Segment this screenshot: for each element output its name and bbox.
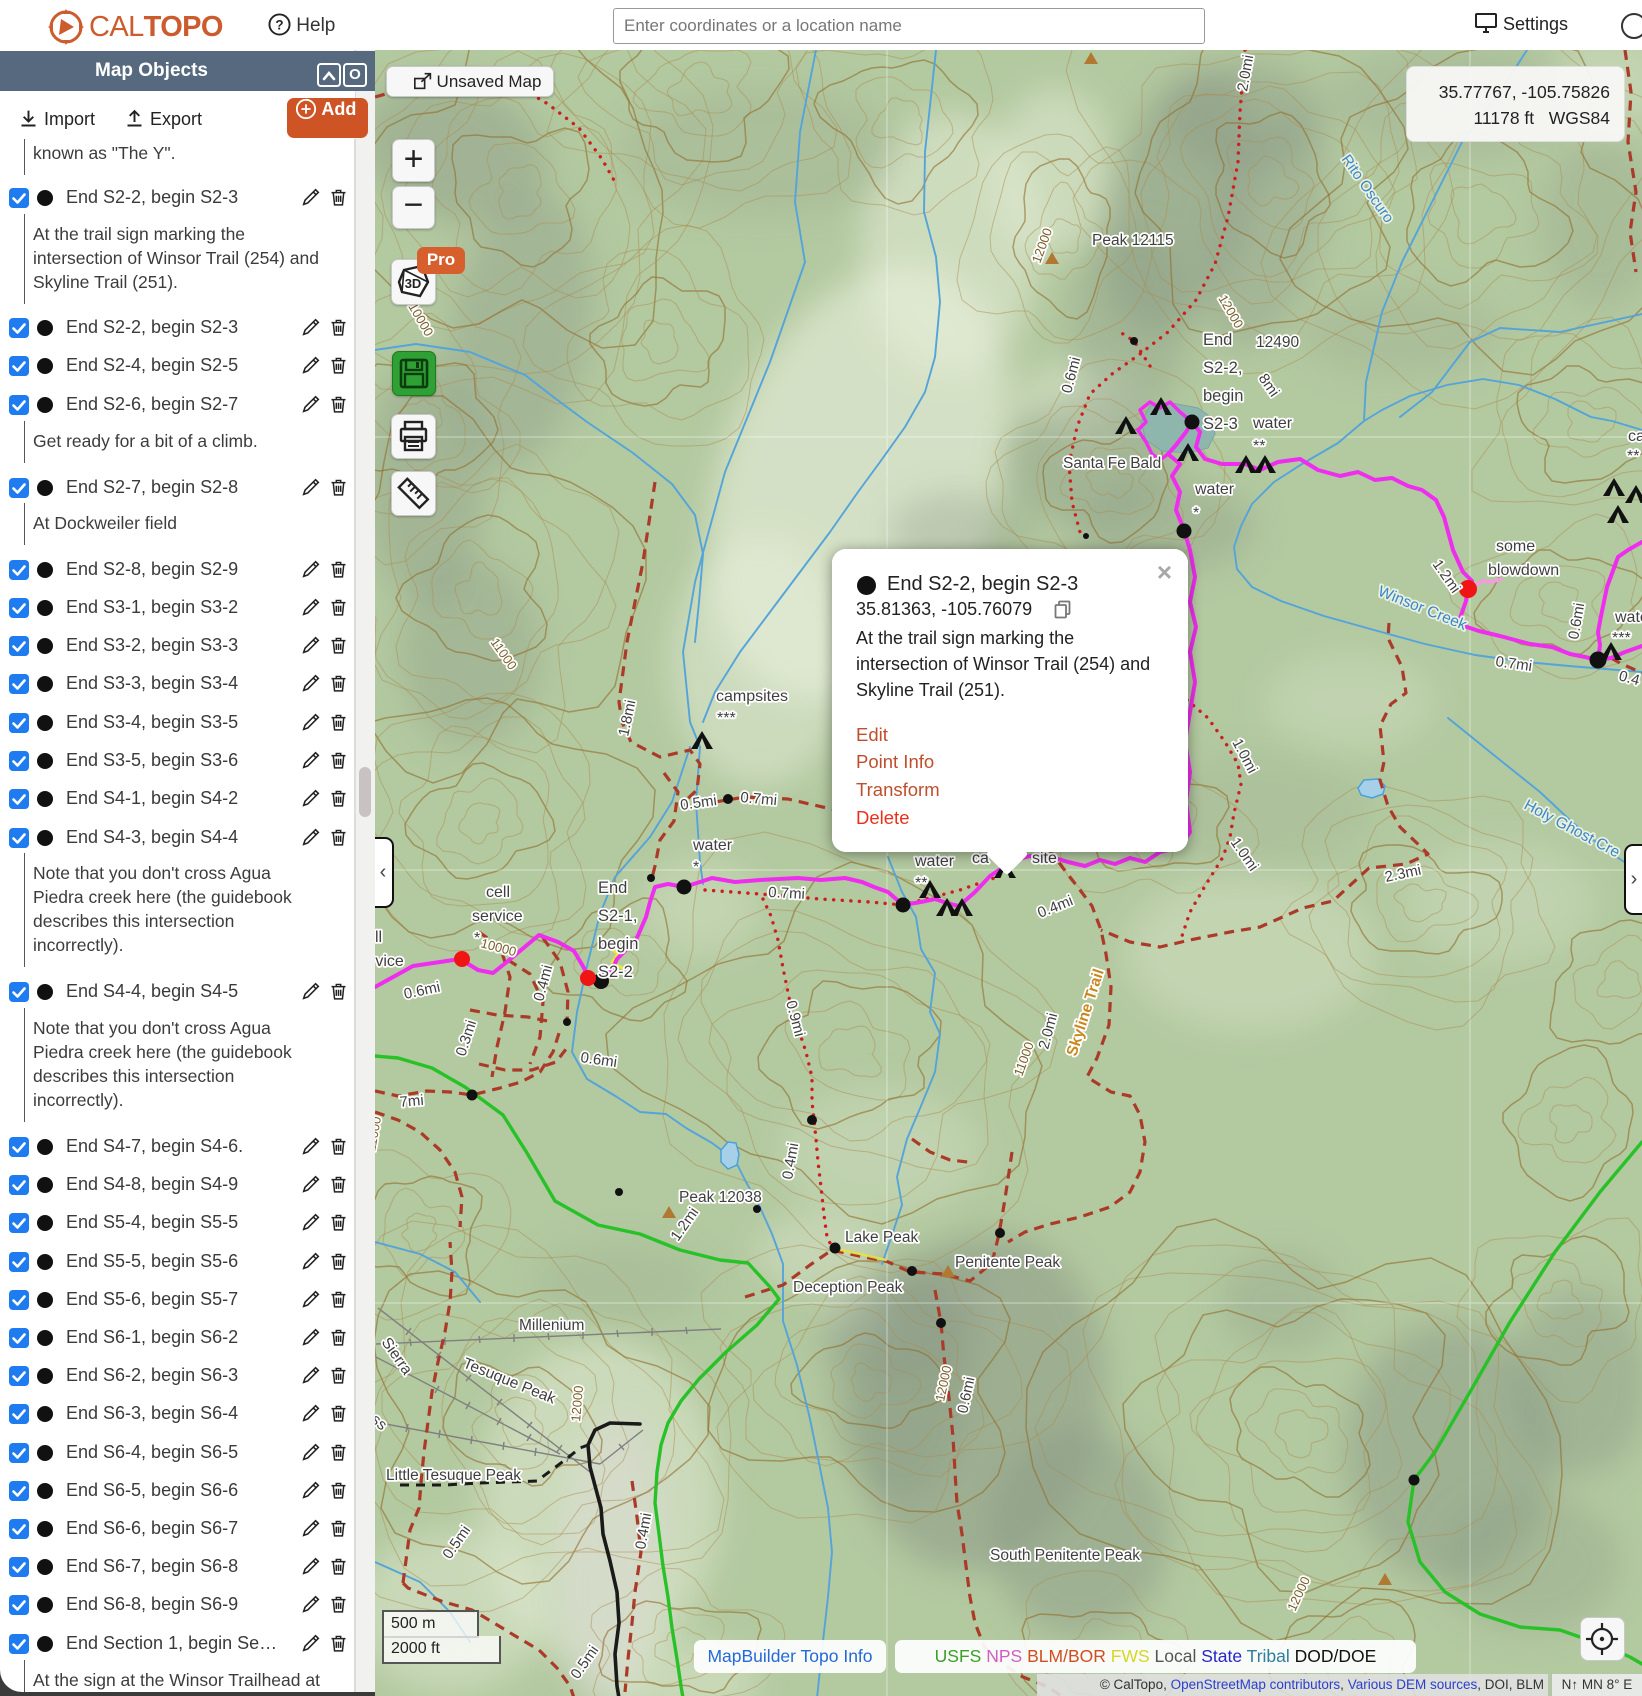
svg-text:Deception Peak: Deception Peak [793, 1279, 903, 1296]
svg-text:***: *** [1612, 630, 1631, 647]
svg-text:begin: begin [1203, 387, 1243, 405]
svg-text:12490: 12490 [1256, 334, 1299, 351]
svg-text:Penitente Peak: Penitente Peak [955, 1254, 1060, 1271]
svg-text:S2-2: S2-2 [598, 963, 633, 981]
svg-text:water: water [1194, 481, 1235, 498]
svg-text:**: ** [1253, 438, 1265, 455]
svg-text:***: *** [717, 710, 736, 727]
svg-text:wate: wate [1614, 609, 1642, 626]
svg-text:*: * [474, 930, 480, 947]
svg-text:Santa Fe Bald: Santa Fe Bald [1063, 455, 1161, 472]
svg-text:water: water [914, 853, 955, 870]
svg-text:cell: cell [486, 884, 510, 901]
svg-text:Peak 12038: Peak 12038 [679, 1189, 762, 1206]
svg-text:S2-3: S2-3 [1203, 415, 1238, 433]
svg-text:ll: ll [375, 929, 382, 946]
svg-text:South Penitente Peak: South Penitente Peak [990, 1547, 1140, 1564]
svg-text:ca: ca [1628, 428, 1642, 445]
svg-text:S2-1,: S2-1, [598, 907, 637, 925]
svg-text:?: ? [275, 17, 283, 32]
svg-text:0.7mi: 0.7mi [768, 884, 806, 903]
svg-text:0.7mi: 0.7mi [740, 789, 778, 809]
svg-text:some: some [1496, 538, 1535, 555]
svg-text:12000: 12000 [568, 1385, 586, 1422]
svg-text:site: site [1032, 850, 1057, 867]
svg-text:Millenium: Millenium [519, 1317, 584, 1334]
svg-text:Lake Peak: Lake Peak [845, 1229, 918, 1246]
svg-text:7mi: 7mi [399, 1092, 425, 1111]
svg-text:blowdown: blowdown [1488, 562, 1559, 579]
svg-text:water: water [692, 837, 733, 854]
svg-text:Little Tesuque Peak: Little Tesuque Peak [386, 1467, 521, 1484]
svg-text:End: End [598, 879, 627, 897]
svg-text:*: * [1193, 505, 1199, 522]
svg-text:campsites: campsites [716, 688, 788, 705]
svg-text:3D: 3D [405, 276, 422, 291]
svg-text:**: ** [915, 875, 927, 892]
svg-text:**: ** [1627, 448, 1639, 465]
svg-text:begin: begin [598, 935, 638, 953]
svg-text:S2-2,: S2-2, [1203, 359, 1242, 377]
svg-text:*: * [693, 859, 699, 876]
svg-text:service: service [472, 908, 523, 925]
svg-text:rvice: rvice [375, 953, 404, 970]
svg-text:Peak 12115: Peak 12115 [1092, 232, 1174, 249]
svg-text:water: water [1252, 415, 1293, 432]
svg-text:End: End [1203, 331, 1232, 349]
